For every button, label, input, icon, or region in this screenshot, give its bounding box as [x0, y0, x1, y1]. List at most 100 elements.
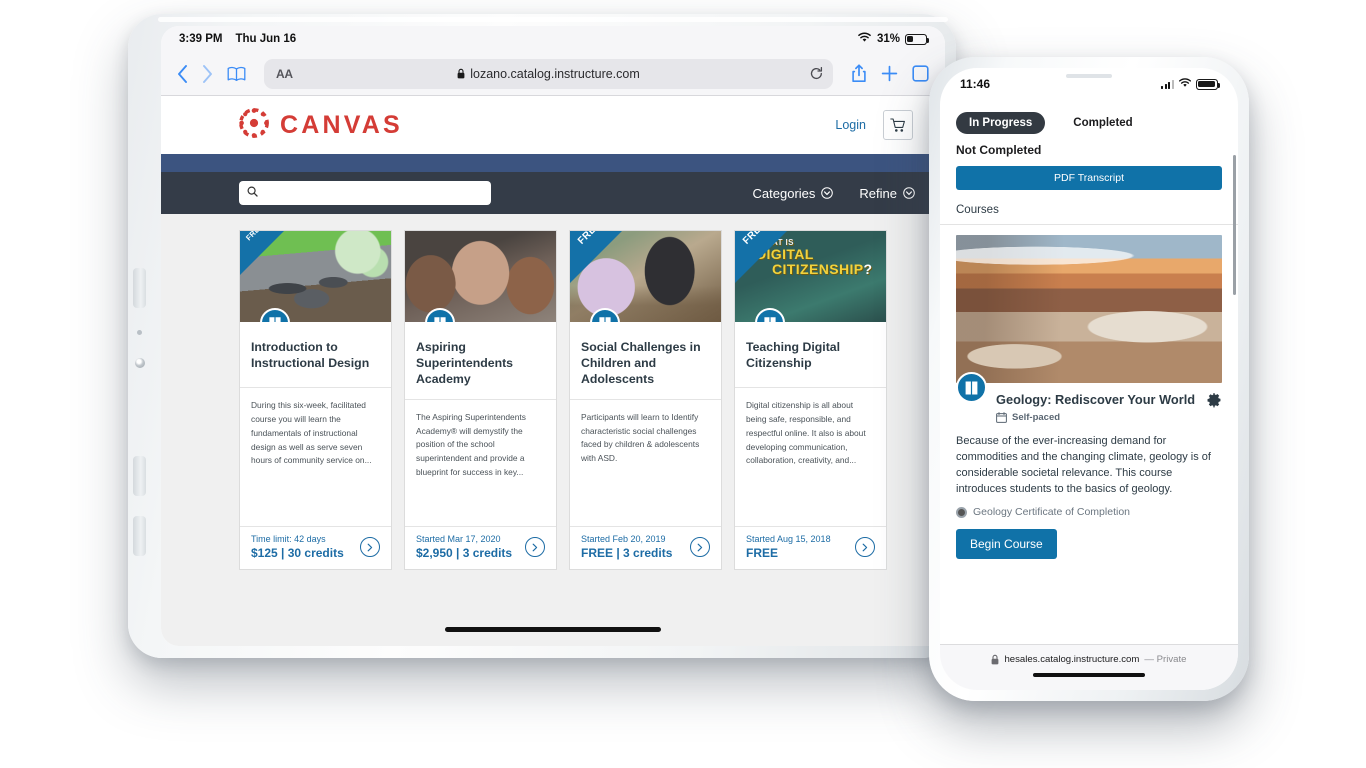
course-date: Time limit: 42 days — [251, 534, 326, 544]
tablet-volume-down-button[interactable] — [133, 456, 146, 496]
screenshot-root: 3:39 PM Thu Jun 16 31% AA lozano.catalog… — [0, 0, 1366, 768]
course-details-arrow-icon[interactable] — [525, 537, 545, 557]
catalog-results: FREE Introduction to Instructional Desig… — [161, 214, 945, 646]
wifi-icon — [1178, 77, 1192, 91]
course-title: Geology: Rediscover Your World — [996, 392, 1196, 407]
search-input[interactable] — [264, 187, 483, 199]
tab-in-progress[interactable]: In Progress — [956, 112, 1046, 134]
course-pace-label: Self-paced — [1012, 412, 1061, 423]
course-card-footer: Started Feb 20, 2019 FREE | 3 credits — [570, 526, 721, 569]
course-thumbnail: AT IS DIGITAL CITIZENSHIP? FREE — [735, 231, 886, 322]
chevron-down-icon — [821, 187, 834, 199]
chevron-down-icon — [903, 187, 915, 199]
tabs-icon[interactable] — [912, 65, 929, 82]
course-description: Because of the ever-increasing demand fo… — [956, 435, 1211, 496]
tablet-home-indicator[interactable] — [445, 627, 661, 632]
course-card[interactable]: FREE Introduction to Instructional Desig… — [239, 230, 392, 570]
course-details-arrow-icon[interactable] — [855, 537, 875, 557]
calendar-icon — [996, 412, 1007, 423]
course-title: Aspiring Superintendents Academy — [405, 322, 556, 400]
wifi-icon — [857, 32, 872, 46]
phone-device: 11:46 In Progress Completed Not Complete… — [929, 57, 1249, 701]
tablet-status-bar: 3:39 PM Thu Jun 16 31% — [161, 26, 945, 52]
course-price: FREE | 3 credits — [581, 546, 673, 560]
categories-menu[interactable]: Categories — [753, 186, 834, 201]
battery-icon — [1196, 78, 1221, 90]
tablet-side-button[interactable] — [133, 516, 146, 556]
canvas-logo[interactable]: CANVAS — [239, 107, 403, 143]
url-text: lozano.catalog.instructure.com — [470, 66, 640, 81]
cellular-bars-icon — [1161, 79, 1174, 89]
begin-course-button[interactable]: Begin Course — [956, 529, 1057, 560]
private-mode-label: — Private — [1144, 654, 1187, 665]
not-completed-label: Not Completed — [956, 143, 1042, 157]
tablet-volume-up-button[interactable] — [133, 268, 146, 308]
course-card-footer: Time limit: 42 days $125 | 30 credits — [240, 526, 391, 569]
share-icon[interactable] — [851, 64, 867, 83]
course-thumbnail — [405, 231, 556, 322]
battery-percent: 31% — [876, 33, 900, 45]
toolbar-menus: Categories Refine — [753, 186, 915, 201]
battery-icon — [905, 33, 930, 45]
tab-completed[interactable]: Completed — [1060, 112, 1145, 134]
tablet-screen: 3:39 PM Thu Jun 16 31% AA lozano.catalog… — [161, 26, 945, 646]
course-description: During this six-week, facilitated course… — [251, 400, 372, 466]
login-link[interactable]: Login — [835, 118, 866, 132]
course-description: The Aspiring Superintendents Academy® wi… — [416, 411, 526, 478]
lock-icon — [992, 654, 999, 665]
course-thumbnail: FREE — [570, 231, 721, 322]
nav-accent-bar — [161, 154, 945, 172]
tablet-bezel-highlight — [158, 17, 948, 22]
course-date: Started Mar 17, 2020 — [416, 534, 501, 544]
status-time: 3:39 PM — [179, 33, 223, 45]
canvas-mark-icon — [239, 107, 269, 143]
search-icon — [247, 184, 258, 202]
course-card[interactable]: Aspiring Superintendents Academy The Asp… — [404, 230, 557, 570]
lock-icon — [457, 68, 465, 79]
course-title: Teaching Digital Citizenship — [735, 322, 886, 388]
course-details-arrow-icon[interactable] — [690, 537, 710, 557]
phone-course-card[interactable]: Geology: Rediscover Your World Self-pace… — [940, 225, 1238, 423]
phone-browser-bar: hesales.catalog.instructure.com — Privat… — [940, 644, 1238, 690]
pdf-transcript-button[interactable]: PDF Transcript — [956, 166, 1222, 190]
phone-status-bar: 11:46 — [940, 68, 1238, 100]
phone-scrollbar[interactable] — [1233, 155, 1236, 295]
search-field[interactable] — [239, 181, 491, 205]
course-price: $2,950 | 3 credits — [416, 546, 513, 560]
refine-menu[interactable]: Refine — [859, 186, 915, 201]
tablet-device: 3:39 PM Thu Jun 16 31% AA lozano.catalog… — [128, 14, 956, 658]
certificate-icon — [956, 506, 967, 518]
canvas-catalog-page: CANVAS Login Categories Refine FREE Intr… — [161, 96, 945, 646]
reload-icon[interactable] — [810, 66, 823, 81]
course-title: Introduction to Instructional Design — [240, 322, 391, 388]
course-price: $125 | 30 credits — [251, 546, 344, 560]
status-date: Thu Jun 16 — [235, 33, 297, 45]
course-certificate: Geology Certificate of Completion — [940, 497, 1238, 518]
phone-screen: 11:46 In Progress Completed Not Complete… — [940, 68, 1238, 690]
course-date: Started Feb 20, 2019 — [581, 534, 666, 544]
course-card-footer: Started Mar 17, 2020 $2,950 | 3 credits — [405, 526, 556, 569]
tablet-smart-connector-port — [135, 358, 145, 368]
certificate-label: Geology Certificate of Completion — [973, 506, 1130, 519]
book-icon[interactable] — [227, 66, 246, 82]
course-description: Participants will learn to Identify char… — [581, 411, 700, 464]
chevron-left-icon[interactable] — [177, 64, 188, 83]
course-hero-image — [956, 235, 1222, 383]
shopping-cart-icon[interactable] — [883, 110, 913, 140]
categories-label: Categories — [752, 185, 816, 201]
course-details-arrow-icon[interactable] — [360, 537, 380, 557]
course-title: Social Challenges in Children and Adoles… — [570, 322, 721, 400]
course-card[interactable]: AT IS DIGITAL CITIZENSHIP? FREE Teaching… — [734, 230, 887, 570]
progress-tabs: In Progress Completed — [940, 100, 1238, 134]
course-card[interactable]: FREE Social Challenges in Children and A… — [569, 230, 722, 570]
chevron-right-icon[interactable] — [202, 64, 213, 83]
course-date: Started Aug 15, 2018 — [746, 534, 831, 544]
phone-home-indicator[interactable] — [1033, 673, 1145, 678]
safari-toolbar: AA lozano.catalog.instructure.com — [161, 52, 945, 96]
phone-address-bar[interactable]: hesales.catalog.instructure.com — Privat… — [991, 654, 1187, 665]
address-bar[interactable]: AA lozano.catalog.instructure.com — [264, 58, 833, 89]
gear-icon[interactable] — [1206, 392, 1222, 408]
course-pace: Self-paced — [996, 412, 1222, 423]
plus-icon[interactable] — [881, 65, 898, 82]
course-type-icon — [956, 372, 987, 403]
